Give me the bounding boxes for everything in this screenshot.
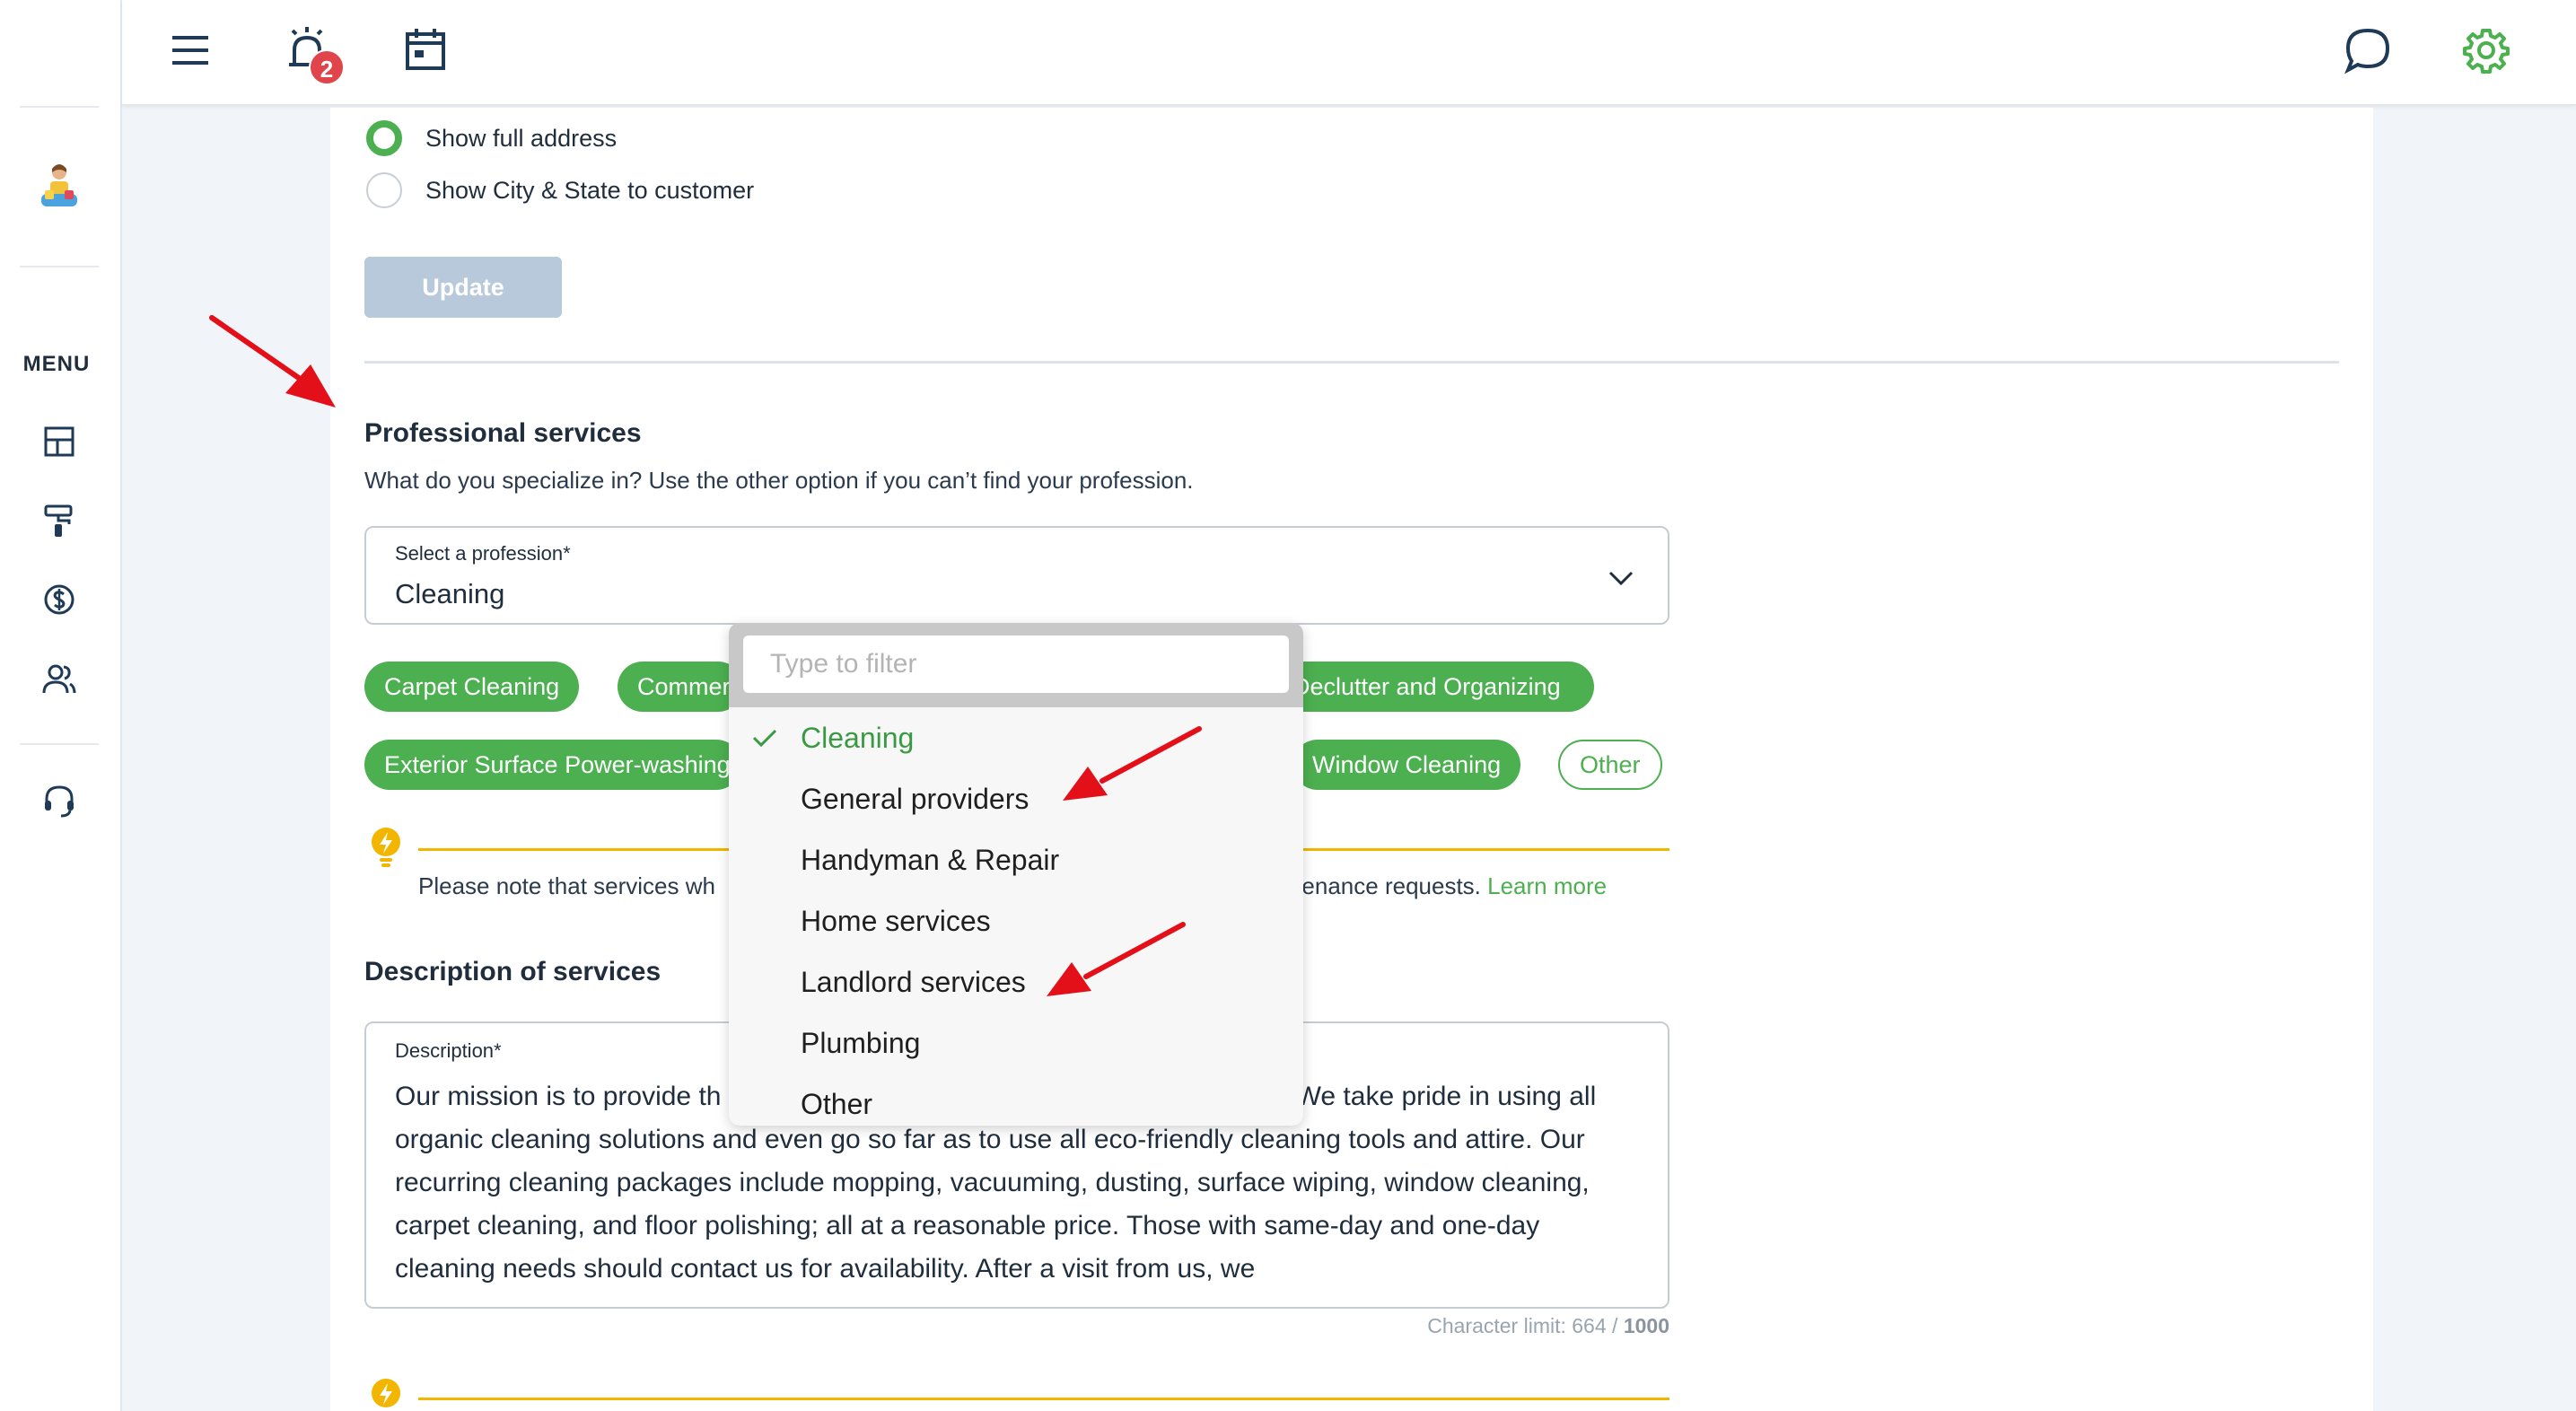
note-text-start: Please note that services wh (418, 872, 715, 899)
sidebar-divider (20, 743, 99, 745)
note-text-end: intenance requests. (1276, 872, 1488, 899)
dropdown-option-general-providers[interactable]: General providers (801, 783, 1029, 816)
checkmark-icon (752, 729, 777, 748)
radio-show-full-address[interactable]: Show full address (366, 120, 617, 156)
calendar-icon[interactable] (400, 25, 451, 75)
learn-more-link[interactable]: Learn more (1487, 872, 1607, 899)
dropdown-filter-bar (729, 623, 1303, 707)
note-separator (418, 1398, 1669, 1400)
paint-roller-icon[interactable] (39, 501, 79, 540)
section-divider (364, 361, 2339, 364)
service-chip-other[interactable]: Other (1558, 740, 1662, 790)
menu-label: MENU (22, 352, 91, 376)
annotation-arrow-icon (209, 315, 336, 408)
character-limit: Character limit: 664 / 1000 (1427, 1314, 1669, 1338)
dropdown-option-plumbing[interactable]: Plumbing (801, 1027, 920, 1060)
dropdown-option-handyman-repair[interactable]: Handyman & Repair (801, 844, 1059, 877)
description-label: Description* (395, 1039, 502, 1062)
chevron-down-icon[interactable] (1607, 564, 1635, 592)
gear-icon[interactable] (2461, 25, 2511, 75)
filter-input[interactable] (743, 635, 1289, 693)
update-button[interactable]: Update (364, 257, 562, 318)
annotation-arrow-icon (1063, 726, 1202, 801)
radio-show-city-state[interactable]: Show City & State to customer (366, 172, 754, 208)
radio-button-unchecked[interactable] (366, 172, 402, 208)
dropdown-option-other[interactable]: Other (801, 1088, 872, 1121)
dropdown-option-landlord-services[interactable]: Landlord services (801, 966, 1026, 999)
dropdown-option-home-services[interactable]: Home services (801, 905, 991, 938)
avatar[interactable] (34, 160, 84, 217)
char-limit-label: Character limit: 664 / (1427, 1314, 1624, 1337)
support-headset-icon[interactable] (39, 781, 79, 820)
dropdown-option-cleaning[interactable]: Cleaning (801, 722, 914, 755)
chat-bubble-icon[interactable] (2343, 25, 2393, 75)
top-bar: 2 (122, 0, 2576, 106)
notification-badge: 2 (309, 49, 345, 85)
profession-select[interactable]: Select a profession* Cleaning (364, 526, 1669, 625)
service-chip[interactable]: Commercial Cleaning (618, 662, 743, 712)
service-chip[interactable]: Exterior Surface Power-washing (364, 740, 741, 790)
radio-label: Show City & State to customer (425, 176, 755, 204)
profession-dropdown: Cleaning General providers Handyman & Re… (729, 623, 1303, 1126)
professional-services-heading: Professional services (364, 418, 642, 448)
sidebar: MENU (0, 0, 122, 1411)
radio-label: Show full address (425, 124, 618, 152)
sidebar-divider (20, 106, 99, 108)
service-chip[interactable]: Window Cleaning (1292, 740, 1521, 790)
lightbulb-icon (372, 1379, 400, 1407)
service-chip[interactable]: Carpet Cleaning (364, 662, 580, 712)
radio-button-checked[interactable] (366, 120, 402, 156)
professional-services-subtext: What do you specialize in? Use the other… (364, 467, 1194, 494)
dollar-icon[interactable] (39, 580, 79, 619)
sidebar-divider (20, 266, 99, 267)
char-limit-max: 1000 (1623, 1314, 1669, 1337)
dashboard-icon[interactable] (39, 422, 79, 461)
users-icon[interactable] (39, 659, 79, 698)
select-value: Cleaning (395, 578, 505, 609)
service-chip[interactable]: Declutter and Organizing (1280, 662, 1594, 712)
select-label: Select a profession* (395, 542, 571, 565)
hamburger-menu-icon[interactable] (165, 25, 215, 75)
lightbulb-icon (372, 828, 400, 867)
description-heading: Description of services (364, 957, 662, 986)
annotation-arrow-icon (1047, 922, 1186, 996)
